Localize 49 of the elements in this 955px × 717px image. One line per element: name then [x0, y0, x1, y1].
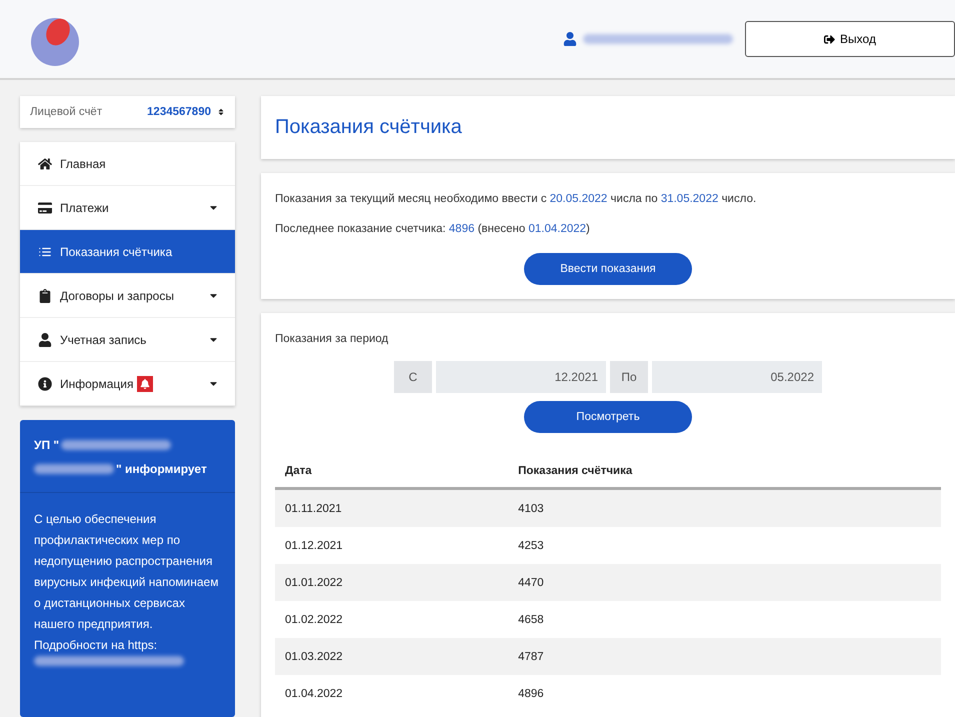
menu-item[interactable]: Показания счётчика [20, 230, 235, 274]
menu-label: Главная [60, 156, 106, 170]
info-icon [38, 376, 52, 390]
notice-title: " информирует [116, 461, 207, 478]
date-link[interactable]: 01.04.2022 [528, 223, 586, 235]
table-cell: 4658 [508, 601, 941, 638]
menu-item[interactable]: Платежи [20, 186, 235, 230]
date-link[interactable]: 4896 [448, 223, 474, 235]
logout-icon [824, 34, 836, 44]
notice-title: УП " [34, 437, 60, 454]
notice-text: С целью обеспечения профилактических мер по недопущению распространения вирусных инфекций напоминаем о дистанционных сервисах нашего предприятия. Подробности на https: [34, 512, 218, 652]
date-link[interactable]: 31.05.2022 [660, 193, 718, 205]
menu-label: Информация [60, 376, 134, 390]
to-label: По [610, 361, 648, 393]
table-cell: 01.03.2022 [275, 638, 508, 675]
from-label: С [394, 361, 432, 393]
enter-readings-button[interactable]: Ввести показания [524, 253, 692, 285]
info-text: Последнее показание счетчика: 4896 (внесено 01.04.2022) [275, 223, 591, 235]
user-icon [563, 32, 577, 46]
table-cell: 4787 [508, 638, 941, 675]
menu-label: Учетная запись [60, 332, 146, 346]
table-cell: 01.11.2021 [275, 488, 508, 527]
table-cell: 01.12.2021 [275, 527, 508, 564]
account-selector[interactable]: Лицевой счёт 1234567890 [20, 96, 235, 128]
table-cell: 01.01.2022 [275, 564, 508, 601]
menu-label: Платежи [60, 200, 109, 214]
table-cell: 4253 [508, 527, 941, 564]
table-cell: 4470 [508, 564, 941, 601]
home-icon [38, 156, 52, 170]
to-date-field[interactable]: 05.2022 [652, 361, 822, 393]
menu-item[interactable]: Информация [20, 362, 235, 406]
user-icon [38, 332, 52, 346]
sort-icon [217, 108, 225, 116]
logout-button[interactable]: Выход [745, 21, 955, 57]
period-label: Показания за период [275, 333, 390, 345]
date-link[interactable]: 20.05.2022 [550, 193, 608, 205]
menu-item[interactable]: Договоры и запросы [20, 274, 235, 318]
menu-label: Показания счётчика [60, 244, 172, 258]
menu-item[interactable]: Главная [20, 142, 235, 186]
page-title: Показания счётчика [275, 116, 463, 139]
clipboard-icon [38, 288, 52, 302]
menu-item[interactable]: Учетная запись [20, 318, 235, 362]
info-text: Показания за текущий месяц необходимо ввести с 20.05.2022 числа по 31.05.2022 число. [275, 193, 758, 205]
table-cell: 01.02.2022 [275, 601, 508, 638]
view-button[interactable]: Посмотреть [524, 401, 692, 433]
table-cell: 4103 [508, 488, 941, 527]
from-date-field[interactable]: 12.2021 [436, 361, 606, 393]
menu-label: Договоры и запросы [60, 288, 174, 302]
card-icon [38, 200, 52, 214]
